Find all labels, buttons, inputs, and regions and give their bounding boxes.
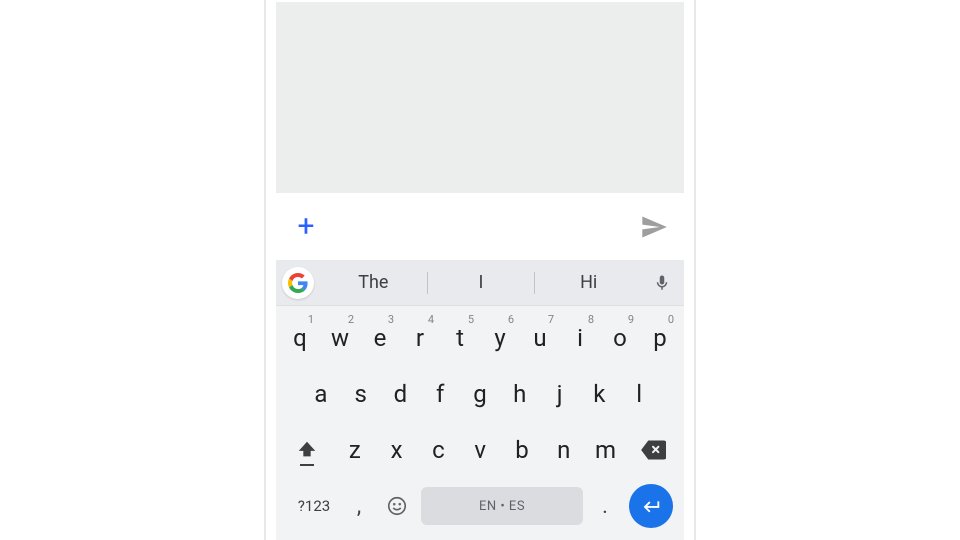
key-label: p [653,324,666,352]
emoji-key[interactable] [377,484,417,528]
send-icon [640,213,668,241]
key-d[interactable]: d [382,368,420,420]
key-r[interactable]: 4r [401,312,439,364]
key-label: m [595,436,616,464]
suggestion-3[interactable]: Hi [535,270,642,296]
send-button[interactable] [636,209,672,245]
key-row-2: a s d f g h j k l [280,368,680,420]
enter-key[interactable] [629,484,673,528]
key-hint: 0 [668,313,674,326]
key-h[interactable]: h [501,368,539,420]
key-j[interactable]: j [541,368,579,420]
microphone-icon [653,274,671,292]
key-m[interactable]: m [586,424,626,476]
keyboard: 1q 2w 3e 4r 5t 6y 7u 8i 9o 0p a s d f g … [276,305,684,540]
key-label: r [416,324,424,352]
key-label: k [593,380,605,408]
add-button[interactable]: + [288,209,324,245]
emoji-icon [386,495,408,517]
key-label: e [374,324,387,352]
period-key[interactable]: . [587,484,623,528]
key-e[interactable]: 3e [361,312,399,364]
key-hint: 8 [588,313,594,326]
key-n[interactable]: n [544,424,584,476]
key-hint: 9 [628,313,634,326]
key-label: z [349,436,361,464]
key-label: o [613,324,627,352]
shift-underline [300,464,314,466]
key-v[interactable]: v [460,424,500,476]
space-key[interactable]: EN • ES [421,487,583,525]
key-row-1: 1q 2w 3e 4r 5t 6y 7u 8i 9o 0p [280,312,680,364]
key-hint: 5 [468,313,474,326]
backspace-key[interactable] [627,424,679,476]
voice-input-button[interactable] [646,267,678,299]
key-f[interactable]: f [421,368,459,420]
key-p[interactable]: 0p [641,312,679,364]
phone-frame: + The I Hi 1q 2w 3e 4r 5t [264,0,696,540]
key-label: v [474,436,486,464]
key-label: t [456,324,464,352]
key-label: f [436,380,444,408]
key-w[interactable]: 2w [321,312,359,364]
symbols-key[interactable]: ?123 [287,484,341,528]
key-t[interactable]: 5t [441,312,479,364]
key-z[interactable]: z [335,424,375,476]
key-hint: 6 [508,313,514,326]
key-row-4: ?123 , EN • ES . [280,480,680,532]
key-k[interactable]: k [580,368,618,420]
key-i[interactable]: 8i [561,312,599,364]
suggestion-1[interactable]: The [320,270,427,296]
key-label: s [354,380,366,408]
key-row-3: z x c v b n m [280,424,680,476]
shift-key[interactable] [281,424,333,476]
key-label: x [391,436,403,464]
key-c[interactable]: c [419,424,459,476]
key-g[interactable]: g [461,368,499,420]
key-hint: 3 [388,313,394,326]
key-label: j [557,380,563,408]
comma-key[interactable]: , [341,484,377,528]
key-label: u [533,324,546,352]
key-label: y [494,324,505,352]
key-label: g [473,380,486,408]
key-label: d [394,380,408,408]
key-hint: 4 [428,313,434,326]
key-label: q [293,324,307,352]
key-y[interactable]: 6y [481,312,519,364]
key-label: b [515,436,528,464]
key-q[interactable]: 1q [281,312,319,364]
suggestion-2[interactable]: I [428,270,535,296]
google-search-button[interactable] [282,267,314,299]
key-s[interactable]: s [342,368,380,420]
key-label: n [557,436,570,464]
key-label: l [636,380,642,408]
key-b[interactable]: b [502,424,542,476]
key-o[interactable]: 9o [601,312,639,364]
key-label: i [577,324,583,352]
compose-bar: + [276,192,684,260]
key-label: w [331,324,349,352]
message-area [276,2,684,192]
key-u[interactable]: 7u [521,312,559,364]
key-a[interactable]: a [302,368,340,420]
key-hint: 2 [348,313,354,326]
key-label: h [513,380,526,408]
shift-icon [296,439,318,461]
enter-icon [640,495,662,517]
key-hint: 1 [308,313,314,326]
suggestion-bar: The I Hi [276,260,684,305]
key-l[interactable]: l [620,368,658,420]
key-label: a [314,380,327,408]
key-hint: 7 [548,313,554,326]
google-g-icon [288,273,308,293]
key-x[interactable]: x [377,424,417,476]
key-label: c [432,436,445,464]
backspace-icon [640,437,666,463]
